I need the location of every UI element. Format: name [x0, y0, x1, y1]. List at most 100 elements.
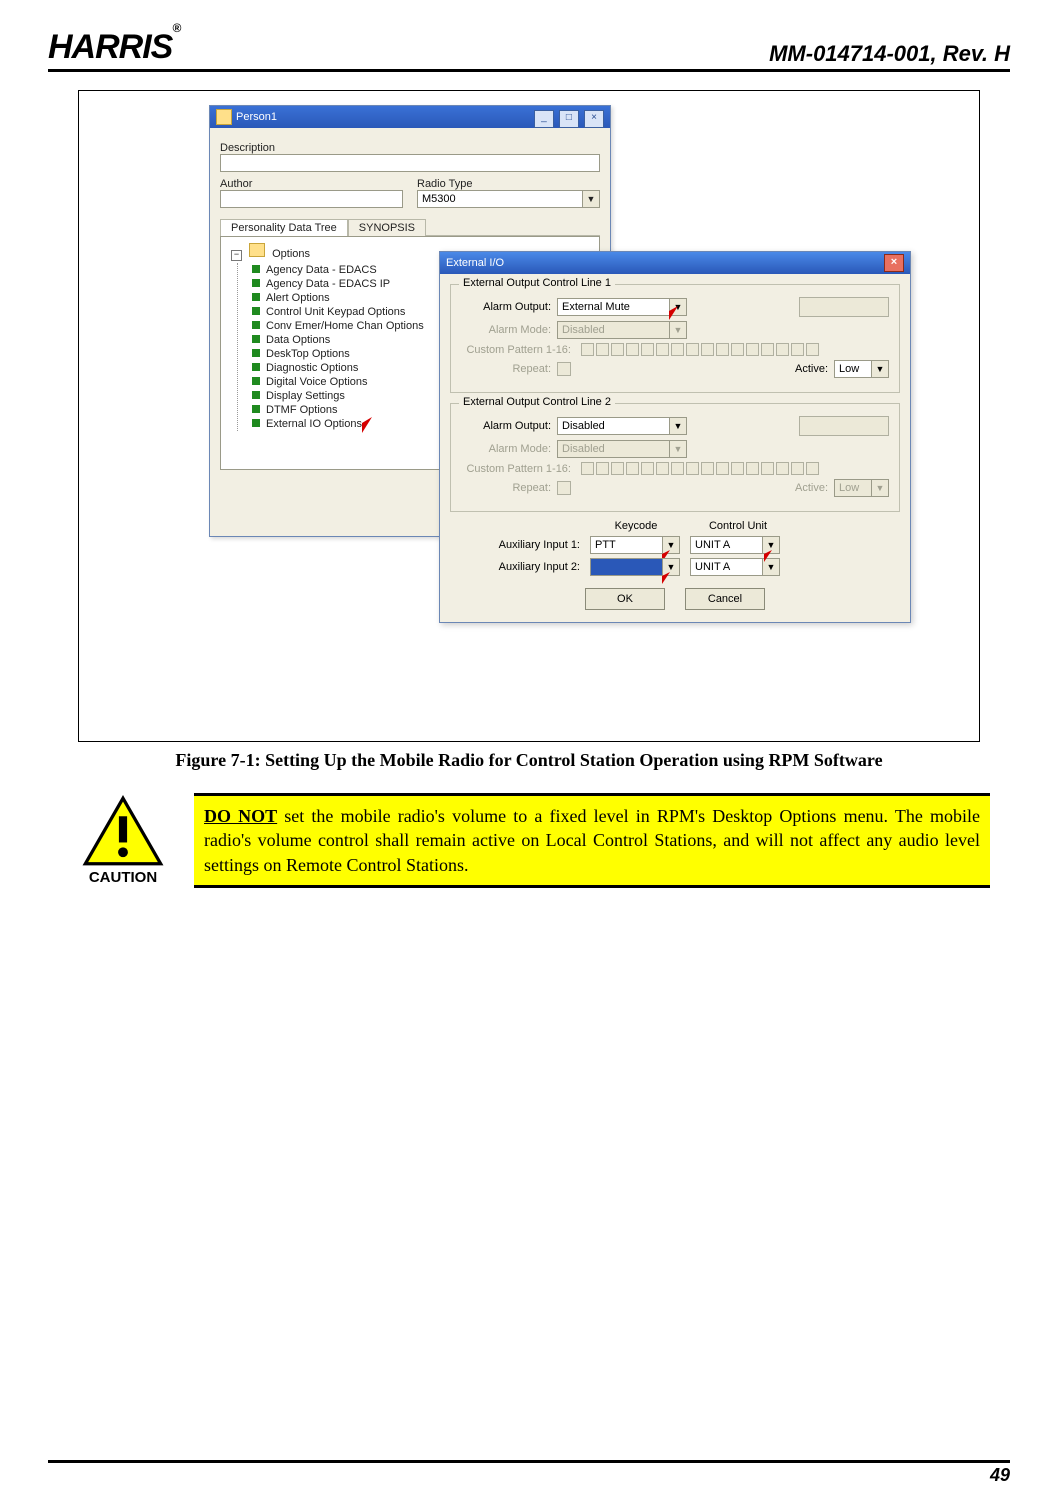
- close-button[interactable]: ×: [584, 110, 604, 128]
- test-button-disabled: [799, 416, 889, 436]
- leaf-icon: [252, 307, 260, 315]
- alarm-mode-label: Alarm Mode:: [461, 324, 551, 336]
- radio-type-combo[interactable]: ▼: [417, 190, 600, 208]
- leaf-icon: [252, 349, 260, 357]
- custom-pattern-label: Custom Pattern 1-16:: [461, 344, 571, 356]
- chevron-down-icon[interactable]: ▼: [663, 558, 680, 576]
- external-io-dialog: External I/O × External Output Control L…: [439, 251, 911, 623]
- alarm-output-label: Alarm Output:: [461, 301, 551, 313]
- chevron-down-icon[interactable]: ▼: [763, 558, 780, 576]
- tab-strip: Personality Data Tree SYNOPSIS: [220, 218, 600, 236]
- group1-title: External Output Control Line 1: [459, 277, 615, 289]
- aux2-unit-combo[interactable]: ▼: [690, 558, 780, 576]
- document-id: MM-014714-001, Rev. H: [769, 41, 1010, 67]
- caution-body: set the mobile radio's volume to a fixed…: [204, 806, 980, 875]
- folder-icon: [249, 243, 265, 257]
- cancel-button[interactable]: Cancel: [685, 588, 765, 610]
- alarm-mode-label: Alarm Mode:: [461, 443, 551, 455]
- harris-logo: HARRIS®: [48, 28, 180, 67]
- aux2-label: Auxiliary Input 2:: [480, 561, 580, 573]
- chevron-down-icon[interactable]: ▼: [583, 190, 600, 208]
- chevron-down-icon: ▼: [872, 479, 889, 497]
- custom-pattern-label: Custom Pattern 1-16:: [461, 463, 571, 475]
- figure-caption: Figure 7-1: Setting Up the Mobile Radio …: [48, 750, 1010, 771]
- maximize-button[interactable]: □: [559, 110, 579, 128]
- close-button[interactable]: ×: [884, 254, 904, 272]
- leaf-icon: [252, 377, 260, 385]
- aux1-keycode-combo[interactable]: ▼: [590, 536, 680, 554]
- active-label: Active:: [795, 482, 828, 494]
- repeat-checkbox: [557, 362, 571, 376]
- minimize-button[interactable]: _: [534, 110, 554, 128]
- alarm-output-2-value[interactable]: [557, 417, 670, 435]
- expand-icon[interactable]: −: [231, 250, 242, 261]
- active-1-combo[interactable]: ▼: [834, 360, 889, 378]
- aux2-unit-value[interactable]: [690, 558, 763, 576]
- alarm-output-1-value[interactable]: [557, 298, 670, 316]
- leaf-icon: [252, 405, 260, 413]
- aux1-unit-combo[interactable]: ▼: [690, 536, 780, 554]
- leaf-icon: [252, 293, 260, 301]
- alarm-output-2-combo[interactable]: ▼: [557, 417, 687, 435]
- leaf-icon: [252, 279, 260, 287]
- chevron-down-icon[interactable]: ▼: [670, 417, 687, 435]
- figure-frame: Person1 _ □ × Description Author: [78, 90, 980, 742]
- alarm-output-1-combo[interactable]: ▼: [557, 298, 687, 316]
- author-label: Author: [220, 178, 403, 190]
- caution-donot: DO NOT: [204, 806, 277, 826]
- external-io-title: External I/O: [446, 252, 504, 274]
- alarm-mode-2-combo: ▼: [557, 440, 687, 458]
- caution-block: CAUTION DO NOT set the mobile radio's vo…: [68, 793, 990, 888]
- alarm-mode-1-combo: ▼: [557, 321, 687, 339]
- radio-type-value[interactable]: [417, 190, 583, 208]
- aux1-label: Auxiliary Input 1:: [480, 539, 580, 551]
- alarm-output-label: Alarm Output:: [461, 420, 551, 432]
- description-label: Description: [220, 142, 600, 154]
- caution-icon-col: CAUTION: [68, 793, 178, 888]
- aux2-keycode-value[interactable]: [590, 558, 663, 576]
- radio-type-label: Radio Type: [417, 178, 600, 190]
- tree-root-label[interactable]: Options: [272, 248, 310, 260]
- chevron-down-icon[interactable]: ▼: [872, 360, 889, 378]
- red-arrow-icon: [360, 415, 380, 435]
- repeat-label: Repeat:: [461, 482, 551, 494]
- test-button-disabled: [799, 297, 889, 317]
- description-input[interactable]: [220, 154, 600, 172]
- window-controls: _ □ ×: [532, 106, 604, 128]
- caution-text: DO NOT set the mobile radio's volume to …: [194, 793, 990, 888]
- leaf-icon: [252, 321, 260, 329]
- repeat-label: Repeat:: [461, 363, 551, 375]
- external-io-titlebar[interactable]: External I/O ×: [440, 252, 910, 274]
- keycode-header: Keycode: [590, 520, 682, 532]
- alarm-mode-2-value: [557, 440, 670, 458]
- caution-label: CAUTION: [89, 869, 157, 886]
- chevron-down-icon[interactable]: ▼: [663, 536, 680, 554]
- page-number: 49: [990, 1465, 1010, 1485]
- active-1-value[interactable]: [834, 360, 872, 378]
- author-input[interactable]: [220, 190, 403, 208]
- aux1-unit-value[interactable]: [690, 536, 763, 554]
- leaf-icon: [252, 363, 260, 371]
- window-icon: [216, 109, 232, 125]
- pattern-checkboxes: [581, 462, 819, 475]
- tab-personality-tree[interactable]: Personality Data Tree: [220, 219, 348, 236]
- chevron-down-icon[interactable]: ▼: [763, 536, 780, 554]
- active-2-value: [834, 479, 872, 497]
- person1-title: Person1: [236, 106, 277, 128]
- aux2-keycode-combo[interactable]: ▼: [590, 558, 680, 576]
- registered-mark: ®: [172, 21, 180, 35]
- leaf-icon: [252, 265, 260, 273]
- leaf-icon: [252, 419, 260, 427]
- tab-synopsis[interactable]: SYNOPSIS: [348, 219, 426, 236]
- chevron-down-icon: ▼: [670, 321, 687, 339]
- chevron-down-icon[interactable]: ▼: [670, 298, 687, 316]
- group-output-line-2: External Output Control Line 2 Alarm Out…: [450, 403, 900, 512]
- active-2-combo: ▼: [834, 479, 889, 497]
- person1-titlebar[interactable]: Person1 _ □ ×: [210, 106, 610, 128]
- caution-triangle-icon: [82, 795, 164, 867]
- ok-button[interactable]: OK: [585, 588, 665, 610]
- aux1-keycode-value[interactable]: [590, 536, 663, 554]
- group2-title: External Output Control Line 2: [459, 396, 615, 408]
- group-output-line-1: External Output Control Line 1 Alarm Out…: [450, 284, 900, 393]
- pattern-checkboxes: [581, 343, 819, 356]
